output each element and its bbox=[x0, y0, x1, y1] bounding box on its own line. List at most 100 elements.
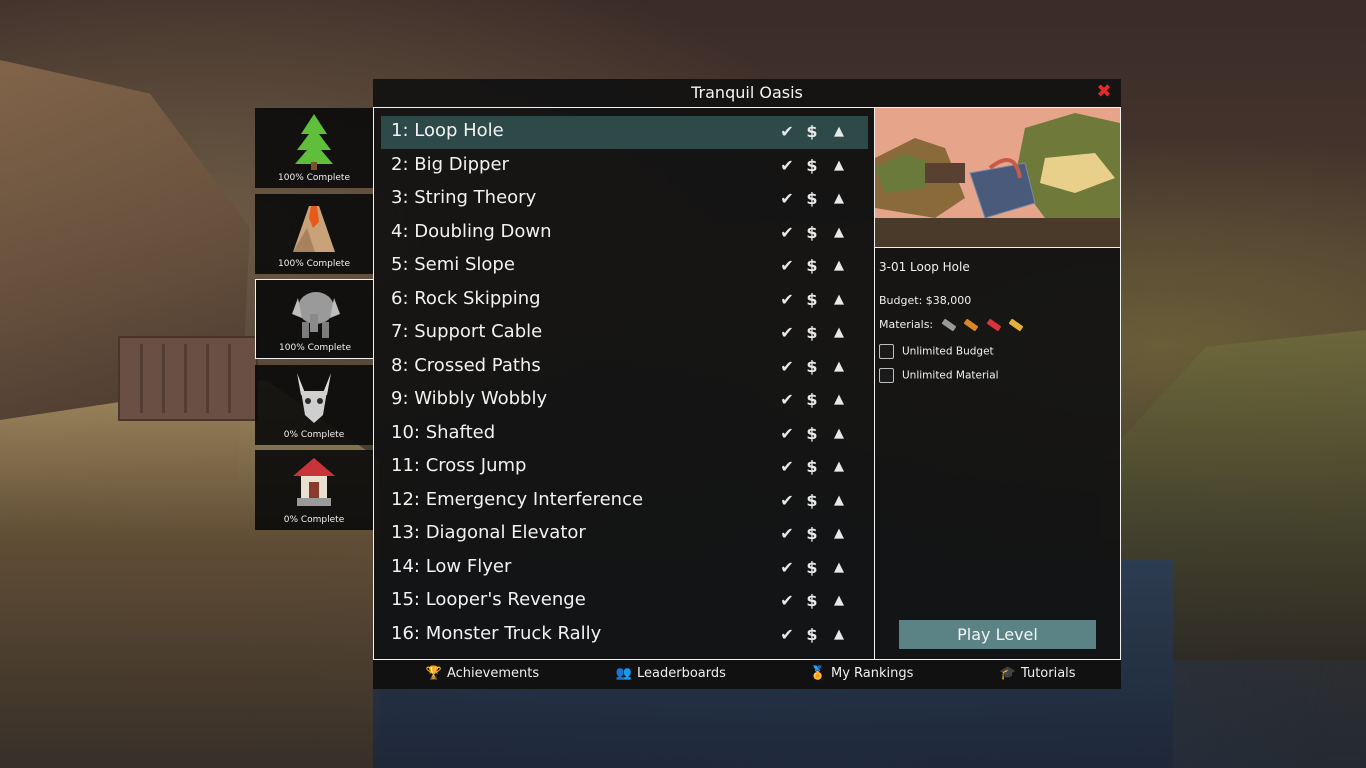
road-material-icon bbox=[941, 318, 957, 332]
level-row[interactable]: 9: Wibbly Wobbly ✔ $ ▲ bbox=[381, 384, 868, 417]
level-row[interactable]: 2: Big Dipper ✔ $ ▲ bbox=[381, 150, 868, 183]
triangle-icon: ▲ bbox=[834, 459, 844, 474]
level-row[interactable]: 1: Loop Hole ✔ $ ▲ bbox=[381, 116, 868, 149]
triangle-icon: ▲ bbox=[834, 258, 844, 273]
checkmark-icon: ✔ bbox=[780, 591, 794, 610]
close-icon[interactable]: ✖ bbox=[1095, 83, 1113, 101]
checkbox-icon[interactable] bbox=[879, 344, 894, 359]
dollar-icon: $ bbox=[806, 256, 818, 275]
level-name: 14: Low Flyer bbox=[391, 555, 512, 577]
dollar-icon: $ bbox=[806, 323, 818, 342]
my-rankings-button[interactable]: 🏅 My Rankings bbox=[809, 666, 914, 681]
pagoda-icon bbox=[293, 458, 335, 506]
triangle-icon: ▲ bbox=[834, 526, 844, 541]
level-row[interactable]: 15: Looper's Revenge ✔ $ ▲ bbox=[381, 585, 868, 618]
achievements-button[interactable]: 🏆 Achievements bbox=[425, 666, 539, 681]
level-row[interactable]: 14: Low Flyer ✔ $ ▲ bbox=[381, 552, 868, 585]
world-tab-3[interactable]: 100% Complete bbox=[255, 279, 373, 359]
triangle-icon: ▲ bbox=[834, 492, 844, 508]
level-row[interactable]: 8: Crossed Paths ✔ $ ▲ bbox=[381, 351, 868, 384]
dollar-icon: $ bbox=[806, 457, 818, 476]
level-select-dialog: Tranquil Oasis ✖ 1: Loop Hole ✔ $ ▲ 2: Big D… bbox=[373, 79, 1121, 689]
steel-material-icon bbox=[986, 318, 1002, 332]
checkmark-icon: ✔ bbox=[780, 155, 794, 175]
checkmark-icon: ✔ bbox=[780, 490, 794, 510]
world-progress: 0% Complete bbox=[283, 515, 345, 525]
level-row[interactable]: 16: Monster Truck Rally ✔ $ ▲ bbox=[381, 619, 868, 652]
wood-material-icon bbox=[963, 318, 979, 332]
world-progress: 100% Complete bbox=[278, 173, 350, 183]
level-row[interactable]: 3: String Theory ✔ $ ▲ bbox=[381, 183, 868, 216]
level-row[interactable]: 6: Rock Skipping ✔ $ ▲ bbox=[381, 284, 868, 317]
dollar-icon: $ bbox=[806, 155, 818, 175]
dollar-icon: $ bbox=[806, 524, 818, 543]
level-name: 5: Semi Slope bbox=[391, 254, 515, 275]
unlimited-budget-label: Unlimited Budget bbox=[902, 345, 994, 358]
level-name: 4: Doubling Down bbox=[391, 220, 552, 242]
graduation-cap-icon: 🎓 bbox=[999, 666, 1017, 681]
level-name: 16: Monster Truck Rally bbox=[391, 622, 602, 644]
unlimited-budget-checkbox[interactable]: Unlimited Budget bbox=[879, 344, 994, 359]
leaderboards-button[interactable]: 👥 Leaderboards bbox=[615, 666, 726, 681]
level-budget: Budget: $38,000 bbox=[879, 294, 972, 307]
world-tab-2[interactable]: 100% Complete bbox=[255, 194, 373, 274]
dollar-icon: $ bbox=[806, 356, 818, 376]
level-row[interactable]: 7: Support Cable ✔ $ ▲ bbox=[381, 317, 868, 350]
checkmark-icon: ✔ bbox=[780, 256, 794, 275]
triangle-icon: ▲ bbox=[834, 224, 844, 240]
tutorials-button[interactable]: 🎓 Tutorials bbox=[999, 666, 1076, 681]
checkmark-icon: ✔ bbox=[780, 356, 794, 376]
checkmark-icon: ✔ bbox=[780, 222, 794, 242]
level-row[interactable]: 5: Semi Slope ✔ $ ▲ bbox=[381, 250, 868, 283]
checkmark-icon: ✔ bbox=[780, 323, 794, 342]
dollar-icon: $ bbox=[806, 189, 818, 208]
level-row[interactable]: 11: Cross Jump ✔ $ ▲ bbox=[381, 451, 868, 484]
checkmark-icon: ✔ bbox=[780, 524, 794, 543]
rope-material-icon bbox=[1008, 318, 1024, 332]
medal-icon: 🏅 bbox=[809, 666, 827, 681]
checkbox-icon[interactable] bbox=[879, 368, 894, 383]
level-name: 12: Emergency Interference bbox=[391, 488, 644, 510]
footer-nav: 🏆 Achievements 👥 Leaderboards 🏅 My Rankings… bbox=[373, 660, 1121, 689]
triangle-icon: ▲ bbox=[834, 392, 844, 407]
dollar-icon: $ bbox=[806, 222, 818, 242]
level-preview-image bbox=[875, 108, 1120, 248]
level-row[interactable]: 4: Doubling Down ✔ $ ▲ bbox=[381, 217, 868, 250]
dollar-icon: $ bbox=[806, 289, 818, 309]
trophy-icon: 🏆 bbox=[425, 666, 443, 681]
my-rankings-label: My Rankings bbox=[831, 666, 914, 681]
tutorials-label: Tutorials bbox=[1021, 666, 1076, 681]
checkmark-icon: ✔ bbox=[780, 122, 794, 141]
dollar-icon: $ bbox=[806, 490, 818, 510]
dollar-icon: $ bbox=[806, 390, 818, 409]
volcano-icon bbox=[293, 206, 335, 252]
triangle-icon: ▲ bbox=[834, 191, 844, 206]
play-level-button[interactable]: Play Level bbox=[899, 620, 1096, 649]
dollar-icon: $ bbox=[806, 591, 818, 610]
level-name: 9: Wibbly Wobbly bbox=[391, 388, 548, 409]
checkmark-icon: ✔ bbox=[780, 557, 794, 577]
triangle-icon: ▲ bbox=[834, 124, 844, 139]
dollar-icon: $ bbox=[806, 557, 818, 577]
level-name: 7: Support Cable bbox=[391, 321, 543, 342]
dialog-title: Tranquil Oasis bbox=[691, 83, 803, 102]
world-tab-5[interactable]: 0% Complete bbox=[255, 450, 373, 530]
level-name: 15: Looper's Revenge bbox=[391, 589, 586, 610]
level-name: 13: Diagonal Elevator bbox=[391, 522, 586, 543]
achievements-label: Achievements bbox=[447, 666, 540, 681]
level-row[interactable]: 10: Shafted ✔ $ ▲ bbox=[381, 418, 868, 451]
level-row[interactable]: 13: Diagonal Elevator ✔ $ ▲ bbox=[381, 518, 868, 551]
level-name: 1: Loop Hole bbox=[391, 120, 504, 141]
unlimited-material-label: Unlimited Material bbox=[902, 369, 999, 382]
level-row[interactable]: 12: Emergency Interference ✔ $ ▲ bbox=[381, 485, 868, 518]
triangle-icon: ▲ bbox=[834, 325, 844, 340]
world-tab-1[interactable]: 100% Complete bbox=[255, 108, 373, 188]
checkmark-icon: ✔ bbox=[780, 189, 794, 208]
dollar-icon: $ bbox=[806, 122, 818, 141]
level-name: 2: Big Dipper bbox=[391, 153, 509, 175]
world-tab-4[interactable]: 0% Complete bbox=[255, 365, 373, 445]
level-list: 1: Loop Hole ✔ $ ▲ 2: Big Dipper ✔ $ ▲ 3: String… bbox=[373, 107, 875, 660]
leaderboards-label: Leaderboards bbox=[637, 666, 726, 681]
checkmark-icon: ✔ bbox=[780, 390, 794, 409]
unlimited-material-checkbox[interactable]: Unlimited Material bbox=[879, 368, 999, 383]
